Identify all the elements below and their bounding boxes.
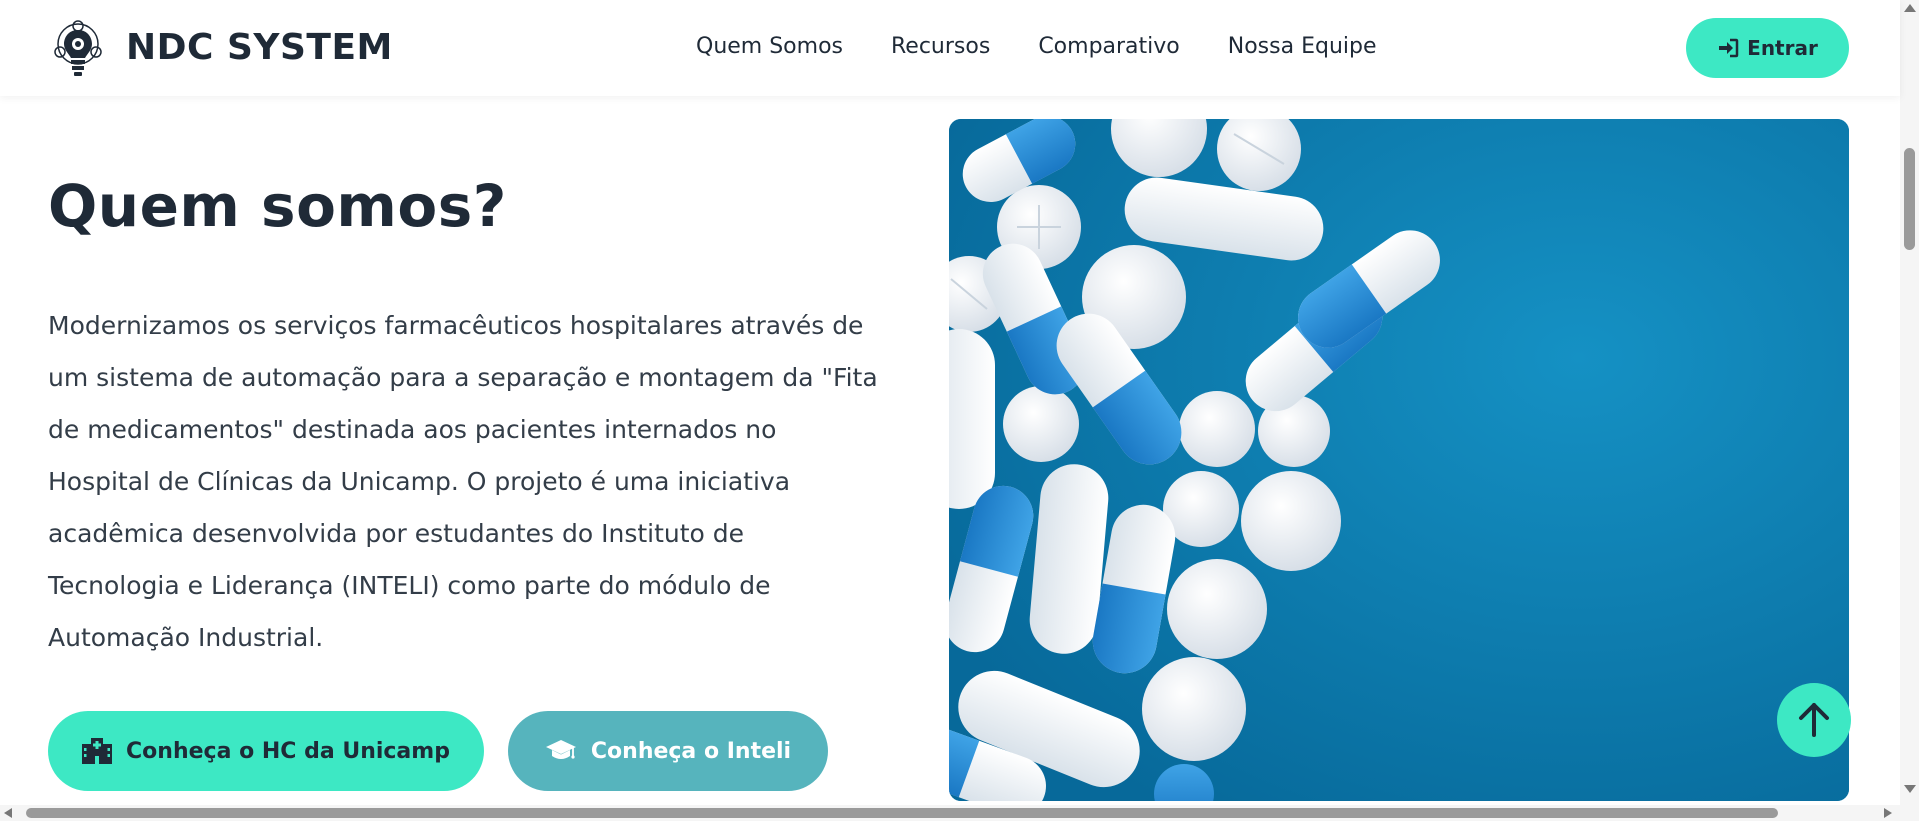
login-button[interactable]: Entrar — [1686, 18, 1849, 78]
brand[interactable]: NDC SYSTEM — [48, 16, 393, 78]
nav-link-nossa-equipe[interactable]: Nossa Equipe — [1228, 34, 1377, 59]
pills-image — [949, 119, 1849, 801]
graduation-cap-icon — [545, 740, 576, 759]
nav-link-quem-somos[interactable]: Quem Somos — [696, 34, 843, 59]
scroll-down-icon[interactable] — [1904, 785, 1916, 793]
login-button-label: Entrar — [1747, 36, 1818, 60]
main-nav: Quem Somos Recursos Comparativo Nossa Eq… — [696, 34, 1377, 59]
hc-unicamp-button-label: Conheça o HC da Unicamp — [126, 738, 450, 764]
navbar: NDC SYSTEM Quem Somos Recursos Comparati… — [0, 0, 1900, 96]
vertical-scroll-thumb[interactable] — [1904, 148, 1915, 250]
hero-buttons: Conheça o HC da Unicamp Conheça o Inteli — [48, 711, 828, 791]
arrow-up-icon — [1799, 703, 1829, 737]
horizontal-scroll-thumb[interactable] — [26, 808, 1778, 818]
brand-name: NDC SYSTEM — [126, 26, 393, 68]
vertical-scrollbar[interactable] — [1900, 0, 1919, 805]
scroll-left-icon[interactable] — [4, 808, 12, 818]
inteli-button[interactable]: Conheça o Inteli — [508, 711, 828, 791]
inteli-button-label: Conheça o Inteli — [590, 738, 792, 764]
scrollbar-corner — [1900, 805, 1919, 821]
scroll-up-icon[interactable] — [1904, 4, 1916, 12]
pills-illustration — [949, 119, 1849, 801]
hero-paragraph: Modernizamos os serviços farmacêuticos h… — [48, 311, 878, 652]
lightbulb-gear-icon — [54, 20, 102, 76]
hc-unicamp-button[interactable]: Conheça o HC da Unicamp — [48, 711, 484, 791]
scroll-right-icon[interactable] — [1884, 808, 1892, 818]
nav-link-recursos[interactable]: Recursos — [891, 34, 990, 59]
back-to-top-button[interactable] — [1777, 683, 1851, 757]
nav-link-comparativo[interactable]: Comparativo — [1038, 34, 1179, 59]
hospital-icon — [82, 738, 113, 764]
page-title: Quem somos? — [48, 172, 507, 240]
sign-in-icon — [1719, 38, 1739, 58]
horizontal-scrollbar[interactable] — [0, 805, 1900, 821]
